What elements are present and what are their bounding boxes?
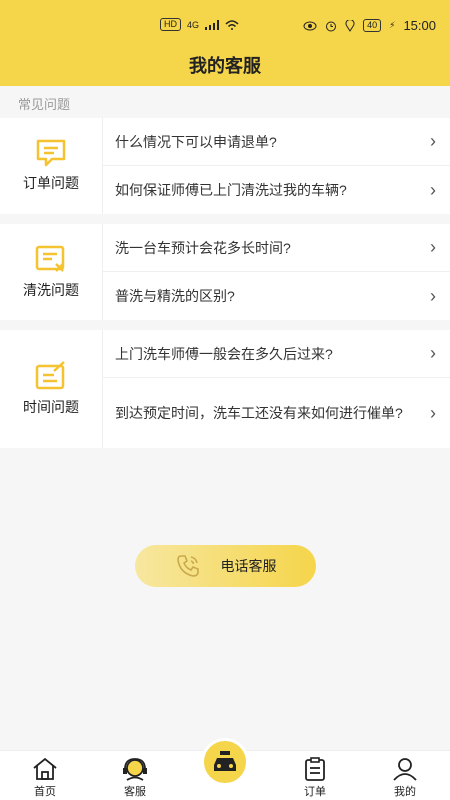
faq-group-time: 时间问题 上门洗车师傅一般会在多久后过来? › 到达预定时间，洗车工还没有来如何… [0,330,450,448]
signal-label: 4G [187,19,200,30]
faq-item[interactable]: 到达预定时间，洗车工还没有来如何进行催单? › [103,378,450,448]
home-icon [33,757,57,780]
battery-indicator: 40 [363,19,382,32]
chevron-right-icon: › [430,237,436,257]
status-bar: HD 4G 40 ⚡ 15:00 [0,0,450,52]
faq-item[interactable]: 什么情况下可以申请退单? › [103,118,450,166]
tab-car-wash[interactable] [201,738,249,786]
faq-group-wash: 清洗问题 洗一台车预计会花多长时间? › 普洗与精洗的区别? › [0,224,450,320]
wifi-icon [225,19,239,30]
wash-icon [35,245,65,272]
category-time: 时间问题 [0,330,103,448]
category-label: 时间问题 [23,399,79,415]
faq-item[interactable]: 洗一台车预计会花多长时间? › [103,224,450,272]
faq-group-order: 订单问题 什么情况下可以申请退单? › 如何保证师傅已上门清洗过我的车辆? › [0,118,450,214]
faq-item[interactable]: 上门洗车师傅一般会在多久后过来? › [103,330,450,378]
phone-service-label: 电话客服 [220,558,277,574]
category-order: 订单问题 [0,118,103,214]
top-bar: HD 4G 40 ⚡ 15:00 我的客服 [0,0,450,86]
bottom-tabbar: 首页 客服 订单 我的 [0,738,450,800]
tab-home[interactable]: 首页 [15,757,75,799]
order-icon [36,139,66,167]
profile-icon [393,758,417,781]
chevron-right-icon: › [430,402,436,423]
faq-item[interactable]: 如何保证师傅已上门清洗过我的车辆? › [103,166,450,214]
category-label: 订单问题 [23,175,79,191]
chevron-right-icon: › [430,131,436,151]
network-badge: HD [160,18,181,31]
chevron-right-icon: › [430,179,436,200]
section-label: 常见问题 [18,97,71,112]
tab-profile[interactable]: 我的 [375,757,435,799]
chevron-right-icon: › [430,285,436,306]
location-icon [345,19,355,32]
car-wash-icon [214,751,236,771]
category-wash: 清洗问题 [0,224,103,320]
chevron-right-icon: › [430,343,436,363]
clock: 15:00 [403,18,436,33]
signal-icon [205,19,220,30]
faq-item[interactable]: 普洗与精洗的区别? › [103,272,450,320]
category-label: 清洗问题 [23,282,79,298]
phone-icon [176,555,199,577]
service-icon [123,758,147,781]
charging-icon: ⚡ [389,20,396,30]
eye-icon [303,21,317,30]
alarm-icon [326,21,337,31]
phone-service-button[interactable]: 电话客服 [135,545,316,587]
time-icon [35,361,65,390]
page-title: 我的客服 [189,56,261,76]
tab-orders[interactable]: 订单 [285,757,345,799]
tab-service[interactable]: 客服 [105,757,165,799]
order-list-icon [305,757,325,781]
